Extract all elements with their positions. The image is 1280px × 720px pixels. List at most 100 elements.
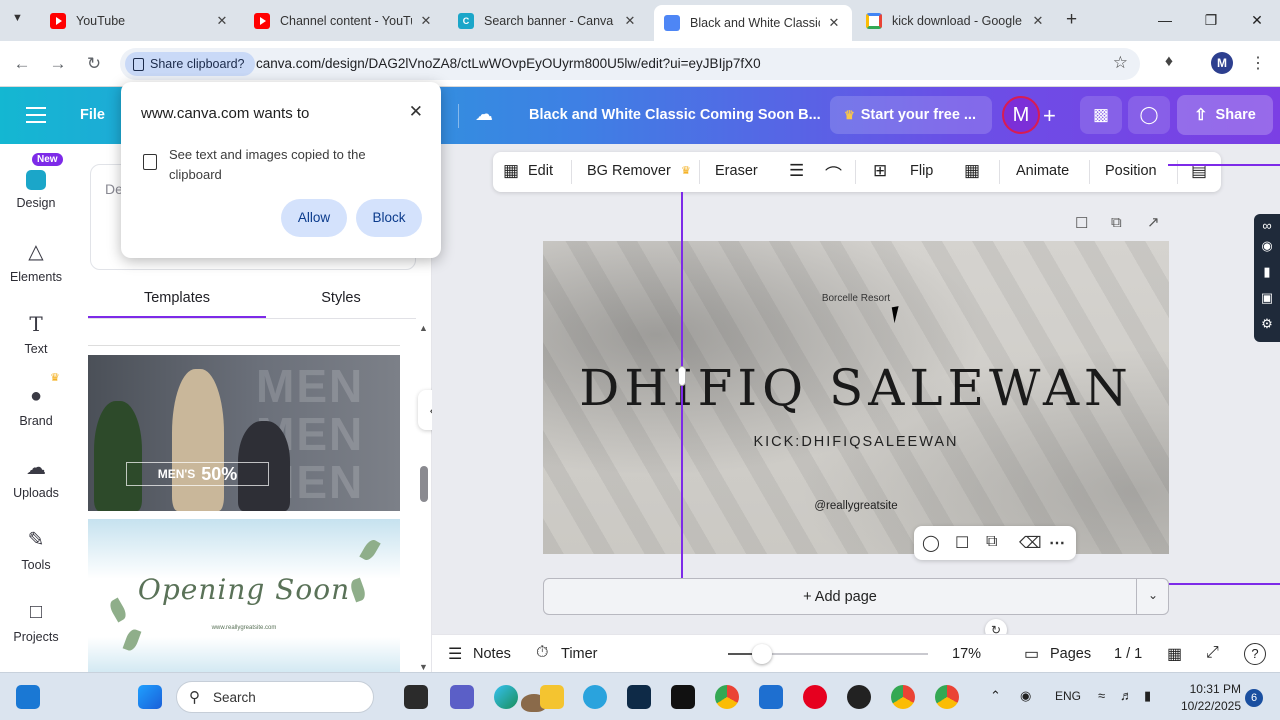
cloud-saved-icon[interactable]: ☁ bbox=[475, 104, 497, 126]
back-icon[interactable]: ← bbox=[11, 53, 33, 75]
lock-icon[interactable]: ☐ bbox=[955, 533, 969, 553]
canvas-brand-text[interactable]: Borcelle Resort bbox=[543, 293, 1169, 304]
scroll-up-icon[interactable]: ▲ bbox=[419, 323, 428, 333]
edit-image-icon[interactable]: ▦ bbox=[503, 161, 519, 181]
add-page-icon[interactable]: ↗ bbox=[1147, 213, 1160, 231]
block-button[interactable]: Block bbox=[356, 199, 422, 237]
timer-button[interactable]: Timer bbox=[561, 646, 598, 662]
tray-overflow-chevron-icon[interactable]: ⌃ bbox=[990, 688, 1001, 704]
rail-item-uploads[interactable]: ☁ Uploads bbox=[0, 456, 72, 500]
comment-add-icon[interactable]: ◯ bbox=[922, 533, 940, 553]
window-close-icon[interactable]: ✕ bbox=[1234, 8, 1280, 32]
forward-icon[interactable]: → bbox=[47, 53, 69, 75]
help-icon[interactable]: ? bbox=[1244, 643, 1266, 665]
share-button[interactable]: ⇧ Share bbox=[1177, 95, 1273, 135]
photoshop-icon[interactable] bbox=[627, 685, 651, 709]
new-tab-icon[interactable]: + bbox=[1066, 9, 1077, 31]
close-icon[interactable]: ✕ bbox=[1030, 13, 1046, 29]
opera-icon[interactable] bbox=[803, 685, 827, 709]
window-icon[interactable]: ▣ bbox=[1259, 290, 1275, 306]
video-icon[interactable]: ▮ bbox=[1259, 264, 1275, 280]
capcut-icon[interactable] bbox=[671, 685, 695, 709]
widgets-icon[interactable] bbox=[16, 685, 40, 709]
file-explorer-icon[interactable] bbox=[540, 685, 564, 709]
chevron-down-icon[interactable]: ⌄ bbox=[1148, 588, 1158, 602]
rail-item-tools[interactable]: ✎ Tools bbox=[0, 528, 72, 572]
omnibox[interactable]: Share clipboard? canva.com/design/DAG2lV… bbox=[120, 48, 1140, 80]
telegram-icon[interactable] bbox=[583, 685, 607, 709]
canvas-headline[interactable]: DHIFIQ SALEWAN bbox=[543, 359, 1169, 417]
duplicate-page-icon[interactable]: ⧉ bbox=[1111, 214, 1122, 231]
tab-channel-content[interactable]: Channel content - YouTube ✕ bbox=[244, 6, 444, 36]
panel-scrollbar-thumb[interactable] bbox=[420, 466, 428, 502]
url-text[interactable]: canva.com/design/DAG2lVnoZA8/ctLwWOvpEyO… bbox=[256, 56, 761, 71]
profile-avatar[interactable]: M bbox=[1211, 52, 1233, 74]
clock-date[interactable]: 10/22/2025 bbox=[1170, 699, 1241, 713]
tab-list-chevron-icon[interactable]: ▼ bbox=[12, 12, 23, 24]
tab-black-and-white[interactable]: Black and White Classic Coming Soon Bann… bbox=[654, 5, 852, 41]
rail-item-text[interactable]: T Text bbox=[0, 312, 72, 356]
bookmark-star-icon[interactable]: ☆ bbox=[1113, 53, 1128, 73]
store-icon[interactable] bbox=[759, 685, 783, 709]
minimize-icon[interactable]: — bbox=[1142, 8, 1188, 32]
taskbar-search[interactable]: ⚲ Search bbox=[176, 681, 547, 713]
scroll-down-icon[interactable]: ▼ bbox=[419, 662, 428, 672]
close-icon[interactable]: ✕ bbox=[826, 15, 842, 31]
start-windows-icon[interactable] bbox=[138, 685, 162, 709]
tab-search-banner[interactable]: C Search banner - Canva ✕ bbox=[448, 6, 648, 36]
rail-item-elements[interactable]: △ Elements bbox=[0, 240, 72, 284]
flip-button[interactable]: Flip bbox=[910, 163, 933, 179]
trash-icon[interactable]: ⌫ bbox=[1019, 533, 1042, 553]
insights-chart-icon[interactable]: ▩ bbox=[1080, 96, 1122, 134]
notes-button[interactable]: Notes bbox=[473, 646, 511, 662]
allow-button[interactable]: Allow bbox=[281, 199, 347, 237]
user-avatar[interactable]: M bbox=[1002, 96, 1040, 134]
design-canvas[interactable]: Borcelle Resort DHIFIQ SALEWAN KICK:DHIF… bbox=[543, 241, 1169, 554]
document-title[interactable]: Black and White Classic Coming Soon B... bbox=[529, 107, 821, 123]
template-thumbnail-opening-soon[interactable]: Opening Soon www.reallygreatsite.com bbox=[88, 519, 400, 672]
lock-icon[interactable]: ☐ bbox=[1075, 214, 1088, 232]
notification-badge[interactable]: 6 bbox=[1245, 689, 1263, 707]
meet-icon[interactable] bbox=[450, 685, 474, 709]
pages-icon[interactable]: ▭ bbox=[1024, 644, 1039, 664]
link-icon[interactable]: ∞ bbox=[1259, 218, 1275, 233]
browser-menu-icon[interactable]: ⋮ bbox=[1250, 53, 1266, 73]
canvas-site-text[interactable]: @reallygreatsite bbox=[543, 500, 1169, 512]
resize-handle[interactable] bbox=[678, 366, 686, 386]
transparency-checker-icon[interactable]: ▦ bbox=[964, 161, 980, 181]
file-menu-button[interactable]: File bbox=[80, 107, 105, 123]
zoom-slider-knob[interactable] bbox=[752, 644, 772, 664]
duplicate-icon[interactable]: ⧉ bbox=[986, 533, 997, 551]
bg-remover-button[interactable]: BG Remover bbox=[587, 163, 671, 179]
volume-icon[interactable]: ♬ bbox=[1120, 688, 1133, 703]
language-indicator[interactable]: ENG bbox=[1055, 689, 1081, 703]
tab-kick-download[interactable]: kick download - Google Search ✕ bbox=[856, 6, 1056, 36]
position-button[interactable]: Position bbox=[1105, 163, 1157, 179]
crop-icon[interactable]: ⊞ bbox=[873, 161, 887, 181]
close-icon[interactable]: ✕ bbox=[418, 13, 434, 29]
reload-icon[interactable]: ↻ bbox=[83, 53, 105, 75]
more-options-icon[interactable]: ⋯ bbox=[1049, 533, 1065, 553]
start-free-trial-button[interactable]: ♛ Start your free ... bbox=[830, 96, 992, 134]
camera-icon[interactable]: ◉ bbox=[1259, 238, 1275, 254]
rail-item-design[interactable]: Design bbox=[0, 170, 72, 210]
close-icon[interactable]: ✕ bbox=[409, 102, 423, 122]
app-icon[interactable] bbox=[847, 685, 871, 709]
comments-icon[interactable]: ◯ bbox=[1128, 96, 1170, 134]
edit-button[interactable]: Edit bbox=[528, 163, 553, 179]
chrome-profile-icon[interactable] bbox=[891, 685, 915, 709]
clock-time[interactable]: 10:31 PM bbox=[1185, 682, 1241, 696]
animate-button[interactable]: Animate bbox=[1016, 163, 1069, 179]
zoom-percentage[interactable]: 17% bbox=[952, 646, 981, 662]
corner-rounding-icon[interactable]: ⌒ bbox=[825, 161, 842, 186]
notes-icon[interactable]: ☰ bbox=[448, 644, 462, 664]
restore-icon[interactable]: ❐ bbox=[1188, 8, 1234, 32]
template-thumbnail-sketch[interactable] bbox=[88, 319, 400, 346]
share-clipboard-chip[interactable]: Share clipboard? bbox=[125, 52, 255, 76]
close-icon[interactable]: ✕ bbox=[214, 13, 230, 29]
tab-youtube[interactable]: YouTube ✕ bbox=[40, 6, 240, 36]
add-page-button[interactable]: + Add page bbox=[544, 589, 1136, 605]
rail-item-projects[interactable]: □ Projects bbox=[0, 600, 72, 644]
chrome-profile-icon[interactable] bbox=[935, 685, 959, 709]
canvas-subline[interactable]: KICK:DHIFIQSALEEWAN bbox=[543, 434, 1169, 450]
